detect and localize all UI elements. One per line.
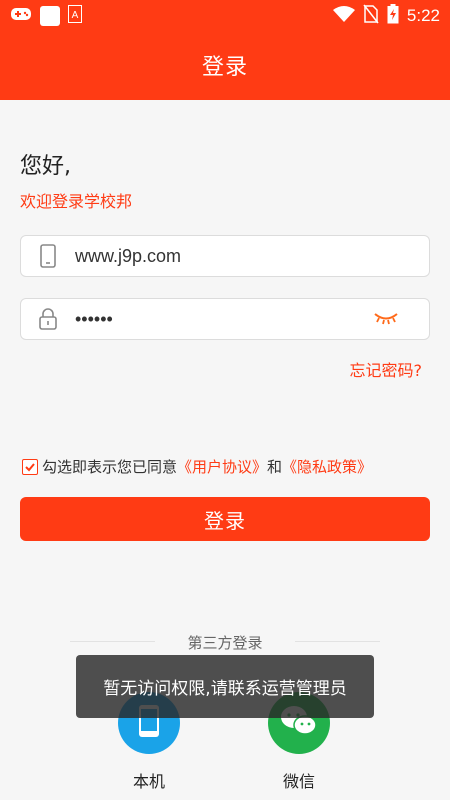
a-badge-icon: A [68,5,82,27]
local-phone-login-label: 本机 [132,772,165,791]
password-input[interactable] [75,308,365,330]
battery-charging-icon [387,4,399,28]
clock: 5:22 [406,6,440,25]
gamepad-icon [10,6,32,26]
status-bar: A 5:22 [0,0,450,30]
agreement-checkbox[interactable] [22,458,38,475]
app-square-icon [40,6,60,26]
greeting-heading: 您好, [20,154,71,179]
no-sim-icon [363,4,379,28]
agreement-conjunction: 和 [267,458,283,476]
wechat-login-label: 微信 [282,772,315,791]
phone-input[interactable] [75,245,365,267]
forgot-password-link[interactable]: 忘记密码? [350,357,423,381]
toast-message: 暂无访问权限,请联系运营管理员 [76,655,374,718]
lock-icon [21,307,75,331]
password-field[interactable] [20,298,430,340]
divider-line-right [295,641,380,642]
wifi-icon [332,5,355,27]
privacy-policy-link[interactable]: 《隐私政策》 [282,456,372,477]
user-agreement-link[interactable]: 《用户协议》 [177,456,267,477]
third-party-heading: 第三方登录 [187,634,263,652]
eye-closed-icon[interactable] [373,309,399,331]
phone-icon [21,244,75,268]
login-button[interactable]: 登录 [20,497,430,541]
svg-text:A: A [72,10,79,21]
phone-field[interactable] [20,235,430,277]
header-bar: 登录 [0,30,450,100]
page-title: 登录 [201,55,248,80]
agreement-prefix: 勾选即表示您已同意 [42,458,178,476]
third-party-divider: 第三方登录 [70,630,380,654]
welcome-text: 欢迎登录学校邦 [20,192,133,211]
agreement-row: 勾选即表示您已同意 《用户协议》 和 《隐私政策》 [22,456,372,477]
